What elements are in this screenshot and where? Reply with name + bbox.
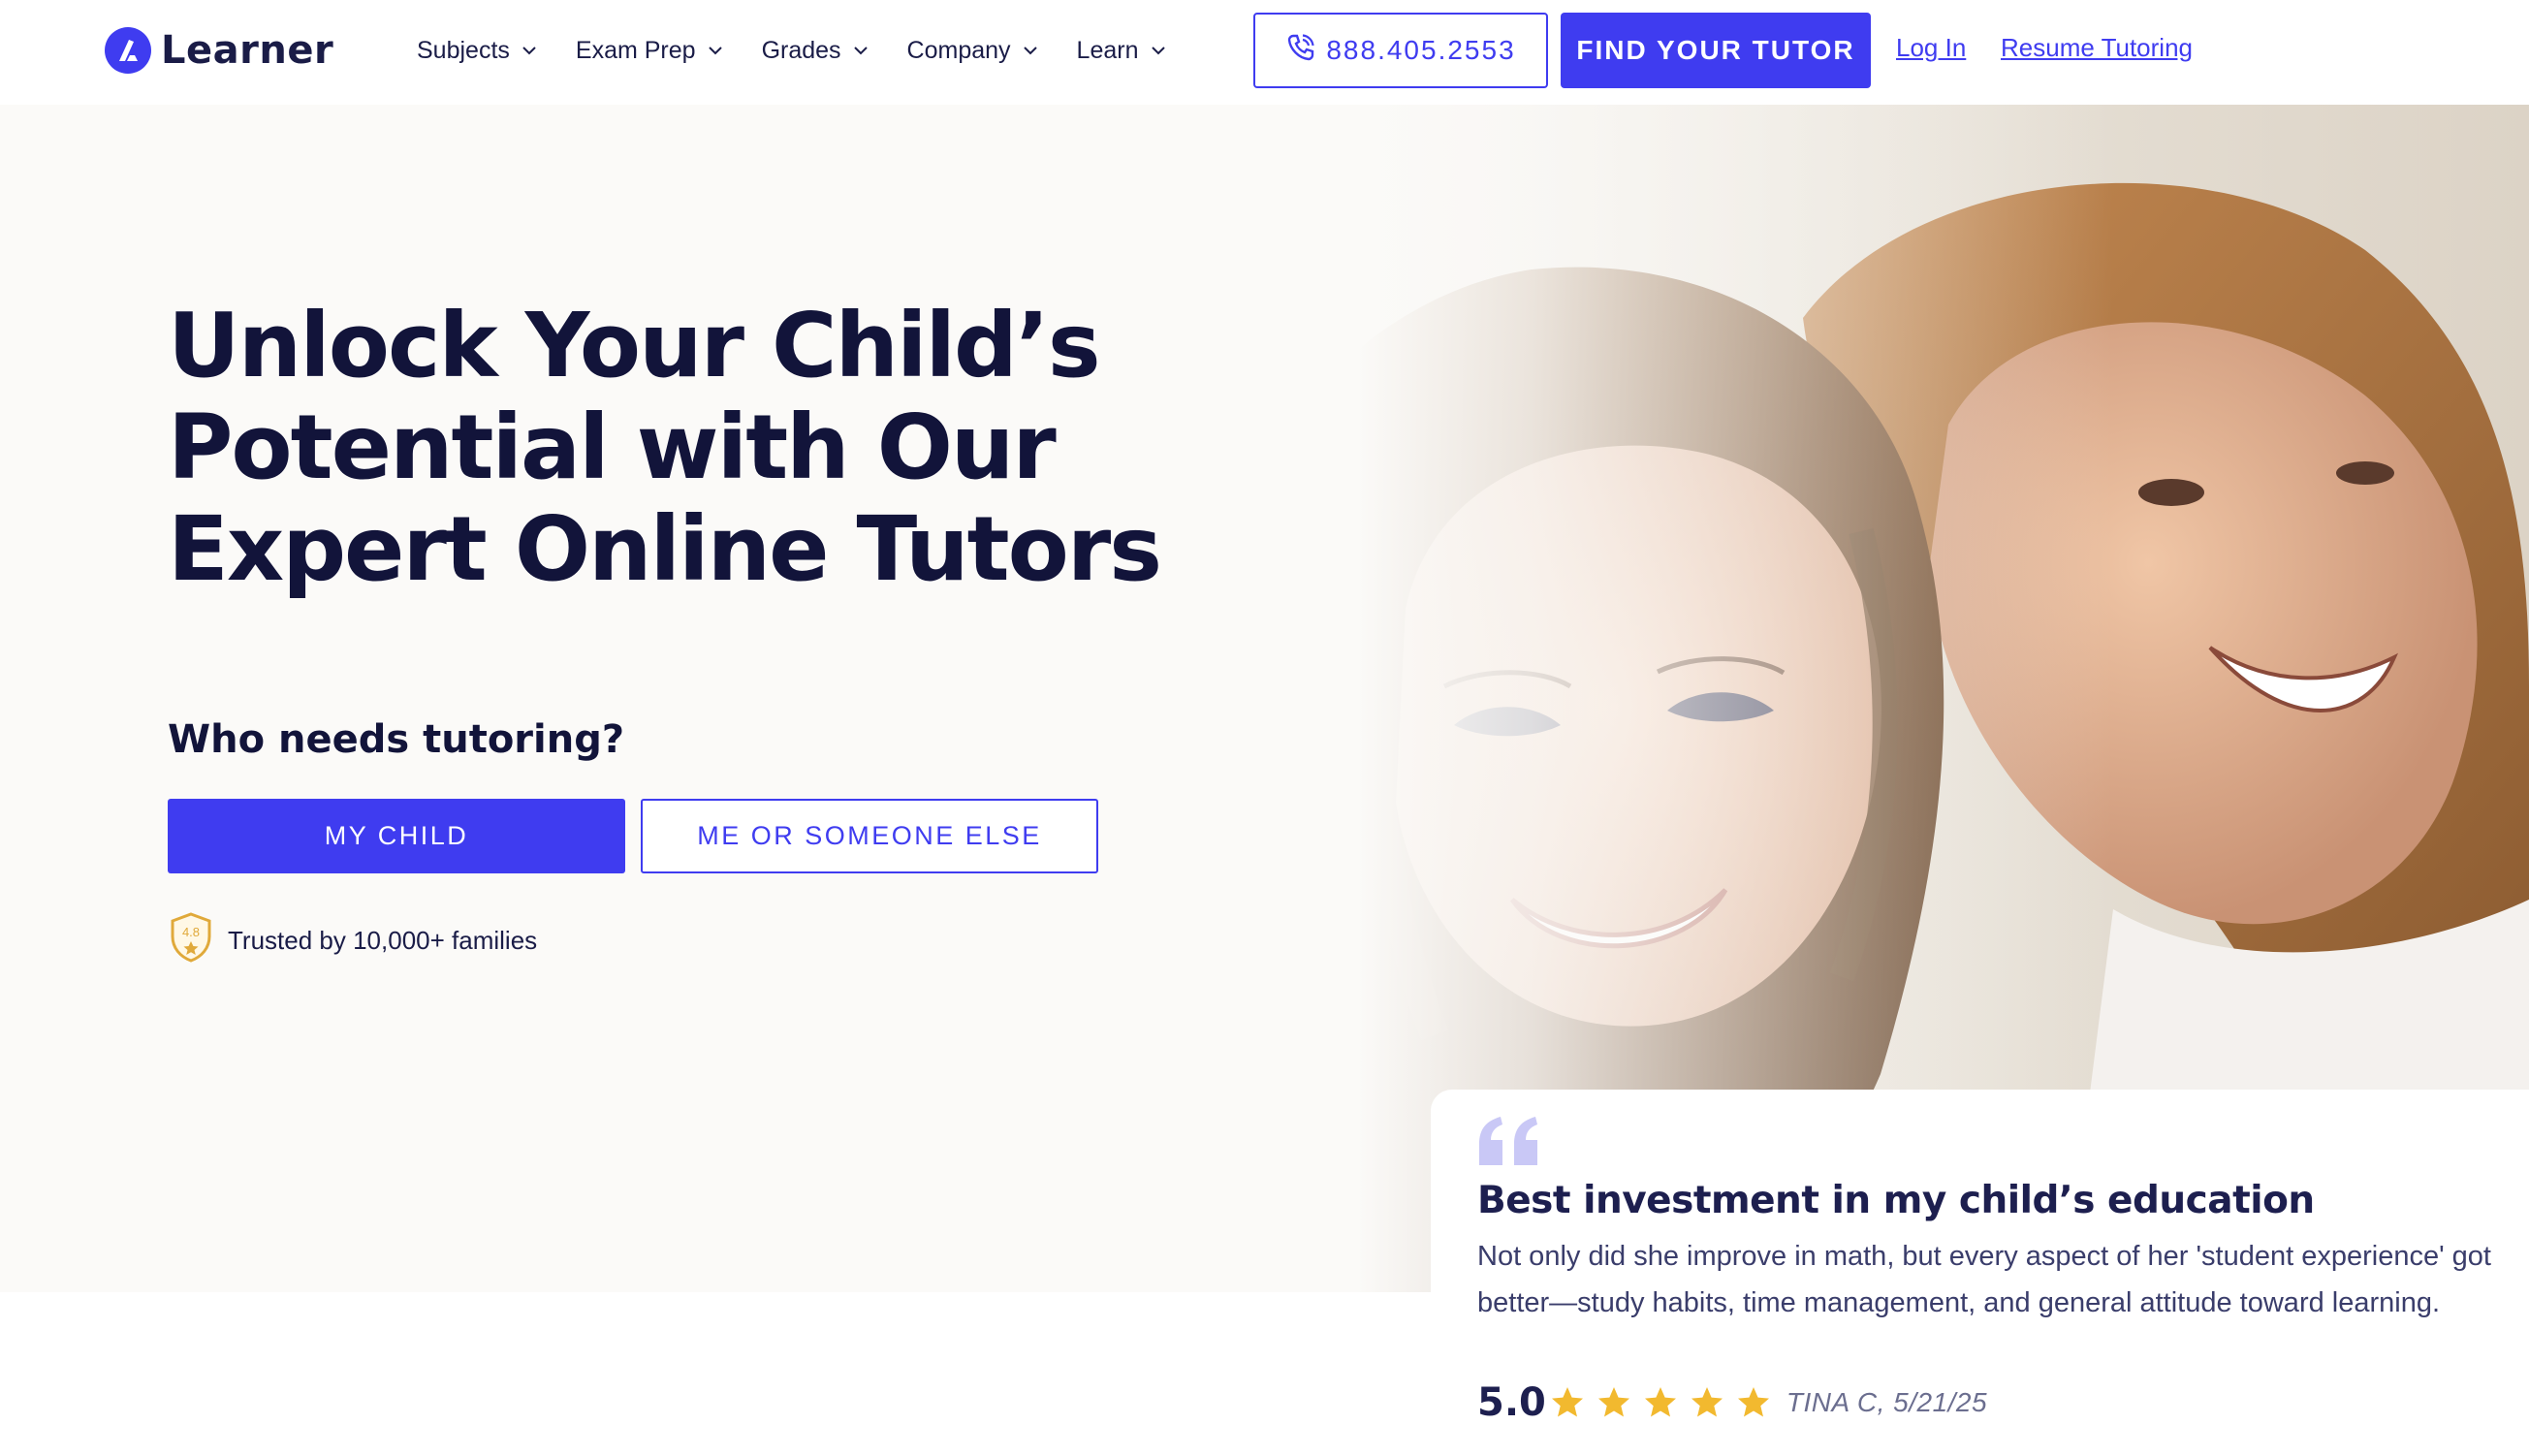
rating-score: 5.0 [1477,1380,1546,1425]
me-or-someone-else-button[interactable]: ME OR SOMEONE ELSE [641,799,1098,873]
hero-headline: Unlock Your Child’s Potential with Our E… [168,294,1162,601]
star-icon [1691,1387,1723,1417]
my-child-button[interactable]: MY CHILD [168,799,625,873]
phone-button[interactable]: 888.405.2553 [1253,13,1548,88]
phone-number: 888.405.2553 [1326,35,1516,65]
login-link[interactable]: Log In [1896,33,1966,63]
logo-wordmark: Learner [161,28,334,73]
star-icon [1737,1387,1769,1417]
star-rating [1550,1386,1783,1419]
learner-logo[interactable]: Learner [105,23,333,78]
chevron-down-icon [1149,41,1168,60]
nav-learn[interactable]: Learn [1077,37,1168,65]
nav-company[interactable]: Company [907,37,1040,65]
star-icon [1597,1387,1629,1417]
nav-grades-label: Grades [761,36,841,64]
nav-company-label: Company [906,36,1011,64]
main-nav: Subjects Exam Prep Grades Company Learn [417,29,1205,72]
testimonial-rating: 5.0 TINA C, 5/21/25 [1477,1380,1987,1425]
chevron-down-icon [1021,41,1040,60]
rating-badge-value: 4.8 [182,925,200,939]
nav-subjects[interactable]: Subjects [417,37,539,65]
trust-text: Trusted by 10,000+ families [228,926,538,955]
quote-icon [1475,1115,1541,1174]
chevron-down-icon [851,41,870,60]
testimonial-title: Best investment in my child’s education [1477,1179,2315,1222]
star-icon [1644,1387,1676,1417]
testimonial-author: TINA C, 5/21/25 [1786,1387,1988,1417]
find-your-tutor-button[interactable]: FIND YOUR TUTOR [1561,13,1871,88]
nav-subjects-label: Subjects [417,36,510,64]
nav-exam-prep[interactable]: Exam Prep [576,37,725,65]
phone-icon [1285,32,1326,70]
testimonial-card: Best investment in my child’s education … [1431,1090,2529,1456]
star-icon [1551,1387,1583,1417]
chevron-down-icon [520,41,539,60]
rating-shield-icon: 4.8 [168,911,214,970]
nav-learn-label: Learn [1076,36,1139,64]
who-needs-tutoring-question: Who needs tutoring? [168,717,625,762]
resume-tutoring-link[interactable]: Resume Tutoring [2001,33,2193,63]
testimonial-body: Not only did she improve in math, but ev… [1477,1241,2491,1318]
logo-icon [105,27,151,74]
nav-exam-prep-label: Exam Prep [575,36,696,64]
nav-grades[interactable]: Grades [762,37,870,65]
chevron-down-icon [706,41,725,60]
trust-badge: 4.8 Trusted by 10,000+ families [168,911,537,970]
site-header: Learner Subjects Exam Prep Grades Compan… [0,0,2529,105]
